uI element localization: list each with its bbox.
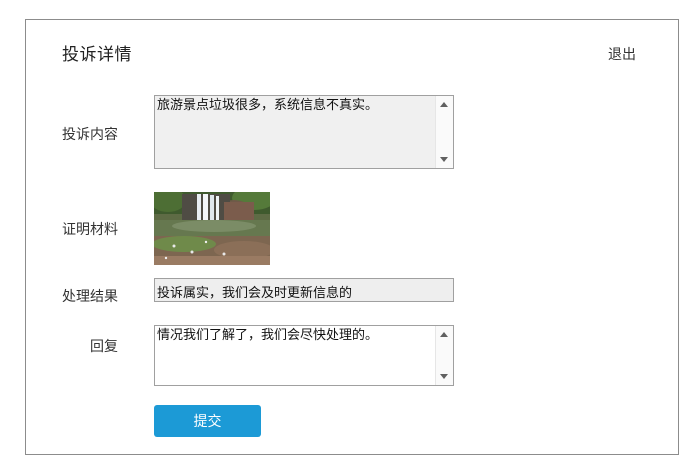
evidence-photo-waterfall[interactable] [154, 192, 270, 265]
complaint-content-scrollbar[interactable] [435, 96, 453, 168]
scroll-up-arrow-icon[interactable] [440, 332, 448, 337]
scroll-down-arrow-icon[interactable] [440, 374, 448, 379]
scroll-up-arrow-icon[interactable] [440, 102, 448, 107]
result-field: 投诉属实，我们会及时更新信息的 [154, 278, 454, 302]
reply-text: 情况我们了解了，我们会尽快处理的。 [157, 328, 379, 343]
reply-scrollbar[interactable] [435, 326, 453, 385]
evidence-label: 证明材料 [62, 222, 118, 238]
scroll-down-arrow-icon[interactable] [440, 157, 448, 162]
waterfall-photo-image [154, 192, 270, 265]
page-title: 投诉详情 [62, 45, 132, 65]
reply-textarea[interactable]: 情况我们了解了，我们会尽快处理的。 [154, 325, 454, 386]
complaint-content-label: 投诉内容 [62, 127, 118, 143]
submit-button[interactable]: 提交 [154, 405, 261, 437]
reply-label: 回复 [90, 339, 118, 355]
complaint-content-text: 旅游景点垃圾很多，系统信息不真实。 [157, 98, 379, 113]
logout-link[interactable]: 退出 [608, 44, 636, 64]
complaint-detail-panel: 投诉详情 退出 投诉内容 旅游景点垃圾很多，系统信息不真实。 证明材料 处理结果… [25, 19, 679, 455]
result-label: 处理结果 [62, 289, 118, 305]
complaint-content-textarea[interactable]: 旅游景点垃圾很多，系统信息不真实。 [154, 95, 454, 169]
